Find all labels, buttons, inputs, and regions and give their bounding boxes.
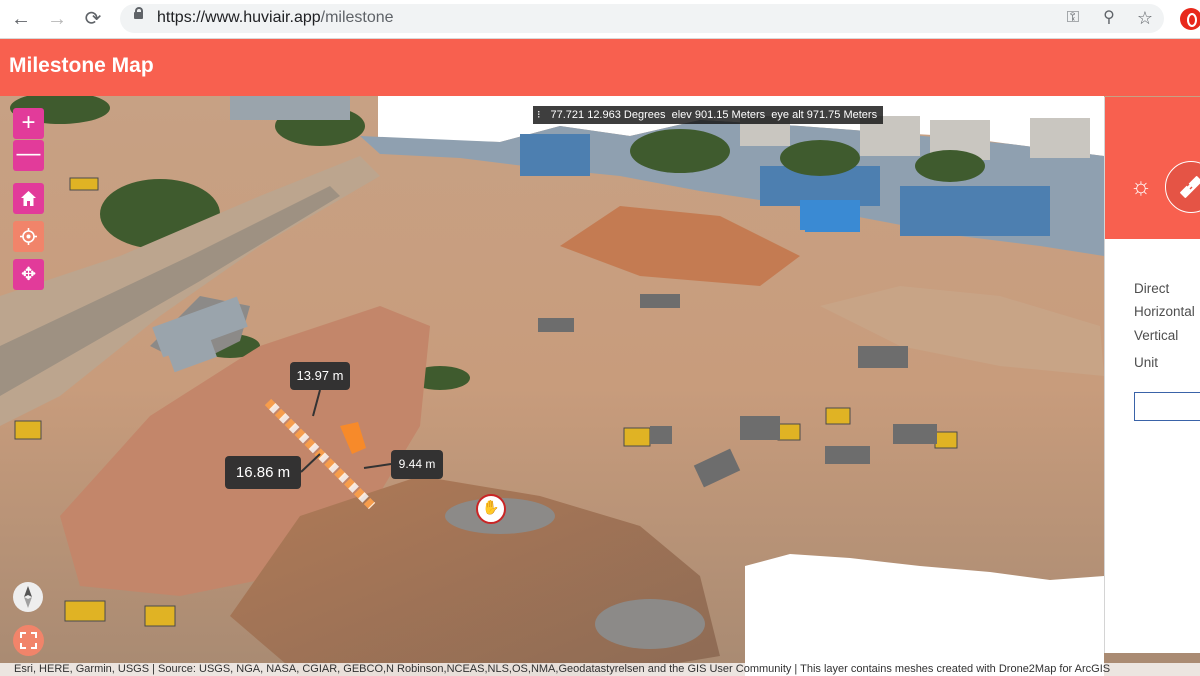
compass-icon	[24, 586, 32, 608]
coordinates-text: 77.721 12.963 Degrees	[550, 109, 666, 121]
locate-button[interactable]	[13, 221, 44, 252]
back-arrow-icon[interactable]: ←	[8, 6, 34, 32]
measurement-panel: ☼ Direct Horizontal Vertical Unit	[1104, 97, 1200, 653]
home-button[interactable]	[13, 183, 44, 214]
coordinate-readout: ⁝ 77.721 12.963 Degrees elev 901.15 Meter…	[533, 106, 884, 124]
unit-label: Unit	[1134, 355, 1159, 370]
hand-cursor-icon	[476, 494, 506, 524]
url-host: https://www.huviair.app	[157, 9, 321, 26]
opera-icon[interactable]	[1180, 8, 1200, 30]
scale-icon: ⁝	[537, 109, 541, 121]
zoom-out-button[interactable]: —	[13, 140, 44, 171]
star-icon[interactable]: ☆	[1134, 7, 1156, 29]
locate-icon	[20, 228, 37, 245]
zoom-icon[interactable]: ⚲	[1098, 7, 1120, 29]
sun-icon[interactable]: ☼	[1129, 175, 1153, 199]
fullscreen-button[interactable]	[13, 625, 44, 656]
home-icon	[21, 191, 36, 206]
page-title: Milestone Map	[9, 54, 154, 77]
fullscreen-icon	[20, 632, 37, 649]
zoom-in-button[interactable]: +	[13, 108, 44, 139]
horizontal-label: Horizontal	[1134, 304, 1195, 319]
forward-arrow-icon[interactable]: →	[44, 6, 70, 32]
pan-button[interactable]: ✥	[13, 259, 44, 290]
ruler-icon	[1180, 176, 1200, 198]
terrain-imagery[interactable]	[0, 96, 1200, 676]
measurement-label-direct: 16.86 m	[225, 456, 301, 489]
unit-select[interactable]	[1134, 392, 1200, 421]
reload-icon[interactable]: ⟳	[80, 6, 106, 32]
elevation-text: elev 901.15 Meters	[671, 109, 766, 121]
lock-icon[interactable]	[134, 7, 143, 19]
panel-header: ☼	[1105, 97, 1200, 239]
ruler-button[interactable]	[1165, 161, 1200, 213]
url-text[interactable]: https://www.huviair.app/milestone	[157, 9, 394, 27]
vertical-label: Vertical	[1134, 328, 1179, 343]
measurement-label-side: 9.44 m	[391, 450, 443, 479]
url-path: /milestone	[320, 9, 394, 26]
eye-altitude-text: eye alt 971.75 Meters	[771, 109, 878, 121]
key-icon[interactable]: ⚿	[1062, 7, 1084, 29]
direct-label: Direct	[1134, 281, 1170, 296]
measurement-label-upper: 13.97 m	[290, 362, 350, 390]
compass-button[interactable]	[13, 582, 43, 612]
map-attribution: Esri, HERE, Garmin, USGS | Source: USGS,…	[0, 663, 1200, 676]
app-header: Milestone Map	[0, 39, 1200, 96]
address-bar[interactable]: https://www.huviair.app/milestone ⚿ ⚲ ☆	[120, 4, 1164, 33]
browser-toolbar: ← → ⟳ https://www.huviair.app/milestone …	[0, 0, 1200, 39]
map-scene[interactable]: + — ✥ ⁝ 77.721 12.963 Degrees elev 901.15…	[0, 96, 1200, 676]
pan-icon: ✥	[20, 264, 37, 284]
